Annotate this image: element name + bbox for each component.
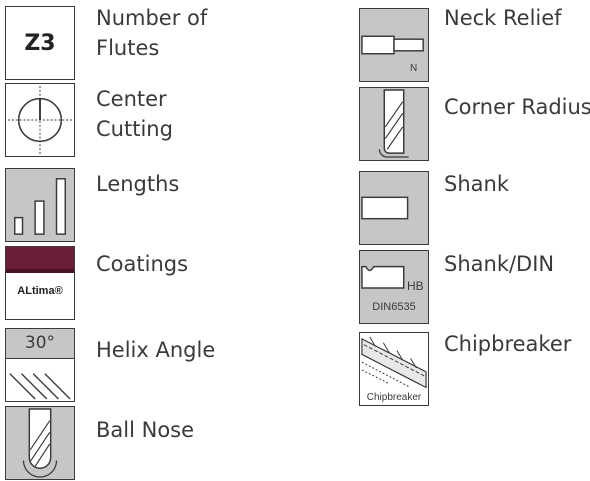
shank-icon <box>359 171 429 245</box>
center-cutting-icon <box>5 83 75 157</box>
chipbreaker-icon: Chipbreaker <box>359 332 429 406</box>
lengths-icon <box>5 168 75 242</box>
shank-din-standard: DIN6535 <box>372 301 416 313</box>
coating-color-band <box>6 247 74 273</box>
helix-angle-icon: 30° <box>5 328 75 402</box>
ball-nose-label: Ball Nose <box>96 418 195 442</box>
neck-relief-code: N <box>410 63 418 74</box>
chipbreaker-icon-text: Chipbreaker <box>366 392 422 403</box>
ball-nose-icon <box>5 406 75 480</box>
number-of-flutes-label-line2: Flutes <box>96 36 160 60</box>
chipbreaker-label: Chipbreaker <box>444 332 572 356</box>
number-of-flutes-icon: Z3 <box>5 6 75 80</box>
coatings-icon: ALtima® <box>5 246 75 320</box>
neck-relief-icon: N <box>359 8 429 82</box>
center-cutting-label-line2: Cutting <box>96 117 173 141</box>
helix-angle-label: Helix Angle <box>96 338 216 362</box>
flutes-count-text: Z3 <box>24 30 56 56</box>
shank-label: Shank <box>444 172 509 196</box>
center-cutting-label-line1: Center <box>96 87 167 111</box>
corner-radius-icon <box>359 87 429 161</box>
lengths-label: Lengths <box>96 172 180 196</box>
neck-relief-label: Neck Relief <box>444 6 562 30</box>
number-of-flutes-label-line1: Number of <box>96 6 208 30</box>
shank-din-icon: HB DIN6535 <box>359 250 429 324</box>
shank-din-label: Shank/DIN <box>444 252 555 276</box>
shank-din-code: HB <box>407 279 424 293</box>
coating-brand-text: ALtima® <box>17 285 63 297</box>
coatings-label: Coatings <box>96 252 189 276</box>
corner-radius-label: Corner Radius <box>444 95 590 119</box>
